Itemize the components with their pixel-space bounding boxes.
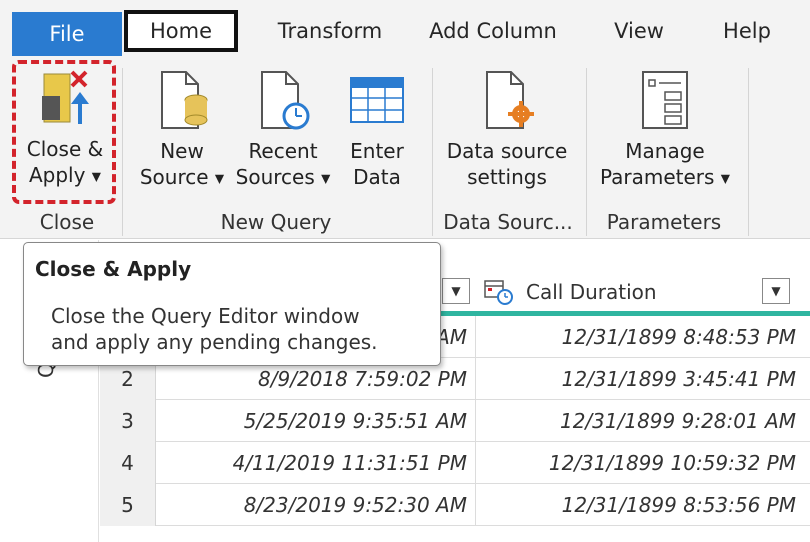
group-separator — [748, 68, 749, 236]
tab-add-column[interactable]: Add Column — [418, 10, 568, 52]
chevron-down-icon[interactable]: ▼ — [321, 172, 330, 186]
close-apply-highlight — [12, 60, 116, 204]
manage-parameters-label-2: Parameters — [599, 165, 715, 189]
row-number: 4 — [100, 442, 156, 484]
new-source-button[interactable]: New Source ▼ — [136, 70, 228, 192]
enter-data-label-1: Enter — [350, 139, 404, 163]
tab-view[interactable]: View — [594, 10, 684, 52]
tab-transform[interactable]: Transform — [255, 10, 405, 52]
table-row[interactable]: 3 5/25/2019 9:35:51 AM 12/31/1899 9:28:0… — [100, 400, 810, 442]
group-label-new-query: New Query — [220, 210, 332, 234]
table-row[interactable]: 5 8/23/2019 9:52:30 AM 12/31/1899 8:53:5… — [100, 484, 810, 526]
tooltip: Close & Apply Close the Query Editor win… — [23, 242, 441, 366]
tooltip-title: Close & Apply — [35, 257, 192, 281]
tab-help[interactable]: Help — [705, 10, 789, 52]
column-filter-dropdown[interactable]: ▼ — [762, 278, 790, 304]
table-row[interactable]: 4 4/11/2019 11:31:51 PM 12/31/1899 10:59… — [100, 442, 810, 484]
group-label-data-sources: Data Sourc... — [443, 210, 573, 234]
tooltip-body: Close the Query Editor window and apply … — [51, 303, 378, 355]
group-separator — [432, 68, 433, 236]
tab-file[interactable]: File — [12, 12, 122, 56]
cell-call-duration[interactable]: 12/31/1899 10:59:32 PM — [476, 442, 810, 484]
new-source-label-1: New — [160, 139, 204, 163]
new-source-icon — [161, 71, 208, 129]
recent-sources-label-2: Sources — [235, 165, 315, 189]
data-source-settings-button[interactable]: Data source settings — [440, 70, 574, 190]
group-separator — [122, 68, 123, 236]
chevron-down-icon[interactable]: ▼ — [721, 172, 730, 186]
row-number: 5 — [100, 484, 156, 526]
group-separator — [586, 68, 587, 236]
recent-sources-button[interactable]: Recent Sources ▼ — [234, 70, 332, 192]
cell-call-duration[interactable]: 12/31/1899 8:48:53 PM — [476, 316, 810, 358]
tooltip-line: and apply any pending changes. — [51, 330, 378, 354]
chevron-down-icon[interactable]: ▼ — [215, 172, 224, 186]
cell-date[interactable]: 4/11/2019 11:31:51 PM — [156, 442, 476, 484]
data-source-settings-icon — [486, 71, 534, 129]
tooltip-line: Close the Query Editor window — [51, 304, 360, 328]
cell-call-duration[interactable]: 12/31/1899 3:45:41 PM — [476, 358, 810, 400]
manage-parameters-icon — [642, 71, 688, 129]
new-source-label-2: Source — [139, 165, 209, 189]
cell-call-duration[interactable]: 12/31/1899 8:53:56 PM — [476, 484, 810, 526]
cell-date[interactable]: 5/25/2019 9:35:51 AM — [156, 400, 476, 442]
enter-data-label-2: Data — [353, 165, 401, 189]
manage-parameters-button[interactable]: Manage Parameters ▼ — [596, 70, 734, 192]
data-source-settings-label-2: settings — [467, 165, 547, 189]
data-source-settings-label-1: Data source — [446, 139, 568, 163]
group-label-parameters: Parameters — [606, 210, 722, 234]
group-label-close: Close — [39, 210, 95, 234]
datetime-icon — [484, 280, 513, 305]
column-header-call-duration[interactable]: Call Duration ▼ — [476, 270, 810, 316]
recent-sources-icon — [261, 71, 310, 130]
column-title: Call Duration — [526, 280, 657, 304]
cell-date[interactable]: 8/23/2019 9:52:30 AM — [156, 484, 476, 526]
cell-call-duration[interactable]: 12/31/1899 9:28:01 AM — [476, 400, 810, 442]
column-filter-dropdown[interactable]: ▼ — [442, 278, 470, 304]
enter-data-button[interactable]: Enter Data — [340, 70, 414, 190]
row-number: 3 — [100, 400, 156, 442]
manage-parameters-label-1: Manage — [625, 139, 705, 163]
recent-sources-label-1: Recent — [248, 139, 318, 163]
table-icon — [350, 77, 404, 123]
tab-home[interactable]: Home — [124, 10, 238, 52]
ribbon-tab-bar: File Home Transform Add Column View Help — [0, 0, 810, 58]
